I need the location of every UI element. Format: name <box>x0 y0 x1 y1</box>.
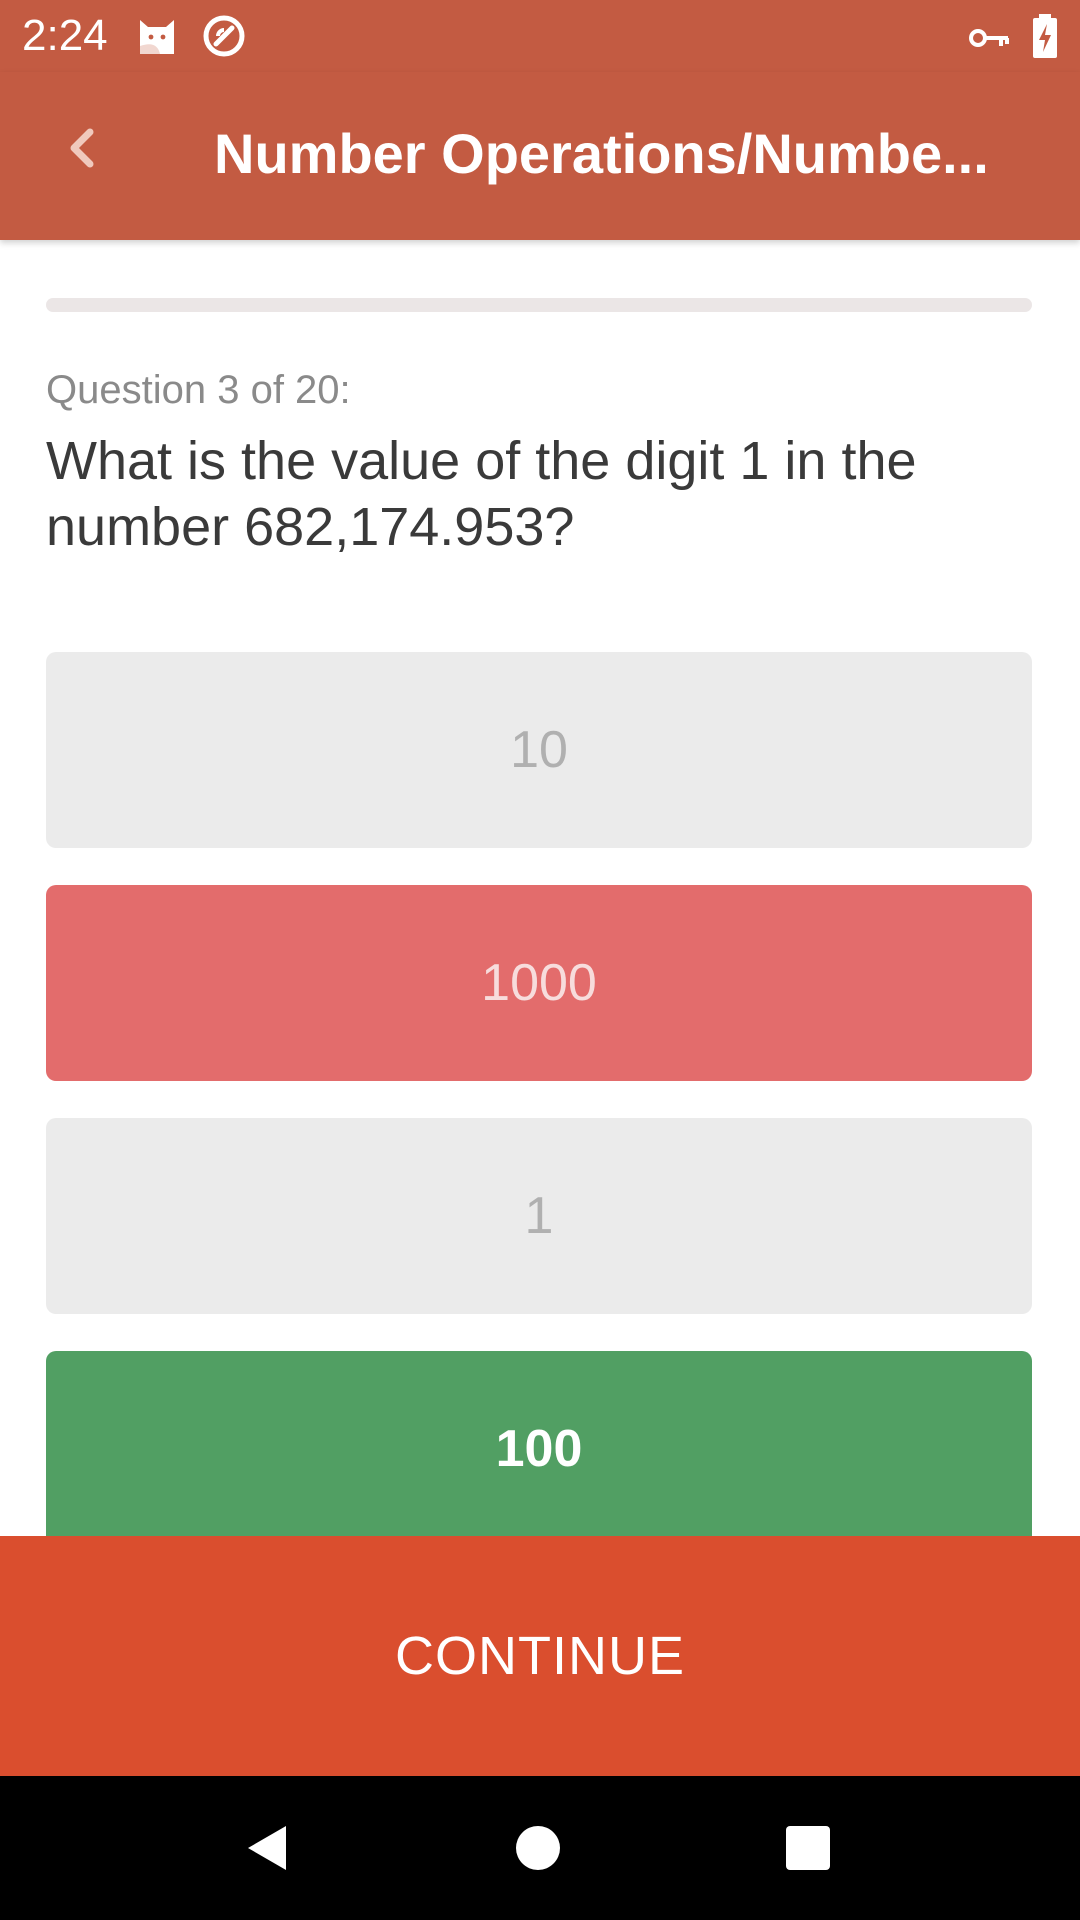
home-circle-icon <box>516 1826 560 1870</box>
answer-label: 1000 <box>481 954 597 1012</box>
cat-notification-icon <box>140 20 174 54</box>
quiz-progress-bar <box>46 298 1032 312</box>
nav-recents-button[interactable] <box>764 1804 852 1892</box>
answer-label: 1 <box>524 1187 554 1245</box>
status-bar: 2:24 <box>0 0 1080 72</box>
recents-square-icon <box>786 1826 830 1870</box>
continue-button[interactable]: CONTINUE <box>0 1536 1080 1776</box>
answer-label: 100 <box>495 1420 583 1478</box>
status-time: 2:24 <box>22 11 108 60</box>
nav-back-button[interactable] <box>222 1804 310 1892</box>
answer-option-1[interactable]: 10 <box>46 652 1032 848</box>
question-counter: Question 3 of 20: <box>46 368 351 412</box>
battery-charging-icon <box>1033 14 1057 58</box>
answer-label: 10 <box>510 721 568 779</box>
app-bar: Number Operations/Numbe... <box>0 72 1080 240</box>
do-not-disturb-icon <box>203 15 245 57</box>
back-button[interactable] <box>44 108 120 188</box>
answer-option-3[interactable]: 1 <box>46 1118 1032 1314</box>
question-text: What is the value of the digit 1 in the … <box>46 431 917 557</box>
back-triangle-icon <box>248 1826 286 1870</box>
page-title: Number Operations/Numbe... <box>214 122 989 185</box>
nav-home-button[interactable] <box>494 1804 582 1892</box>
chevron-left-icon <box>70 128 94 168</box>
navigation-bar <box>0 1776 1080 1920</box>
vpn-key-icon <box>969 29 1009 47</box>
answer-option-2[interactable]: 1000 <box>46 885 1032 1081</box>
answer-option-4[interactable]: 100 <box>46 1351 1032 1547</box>
